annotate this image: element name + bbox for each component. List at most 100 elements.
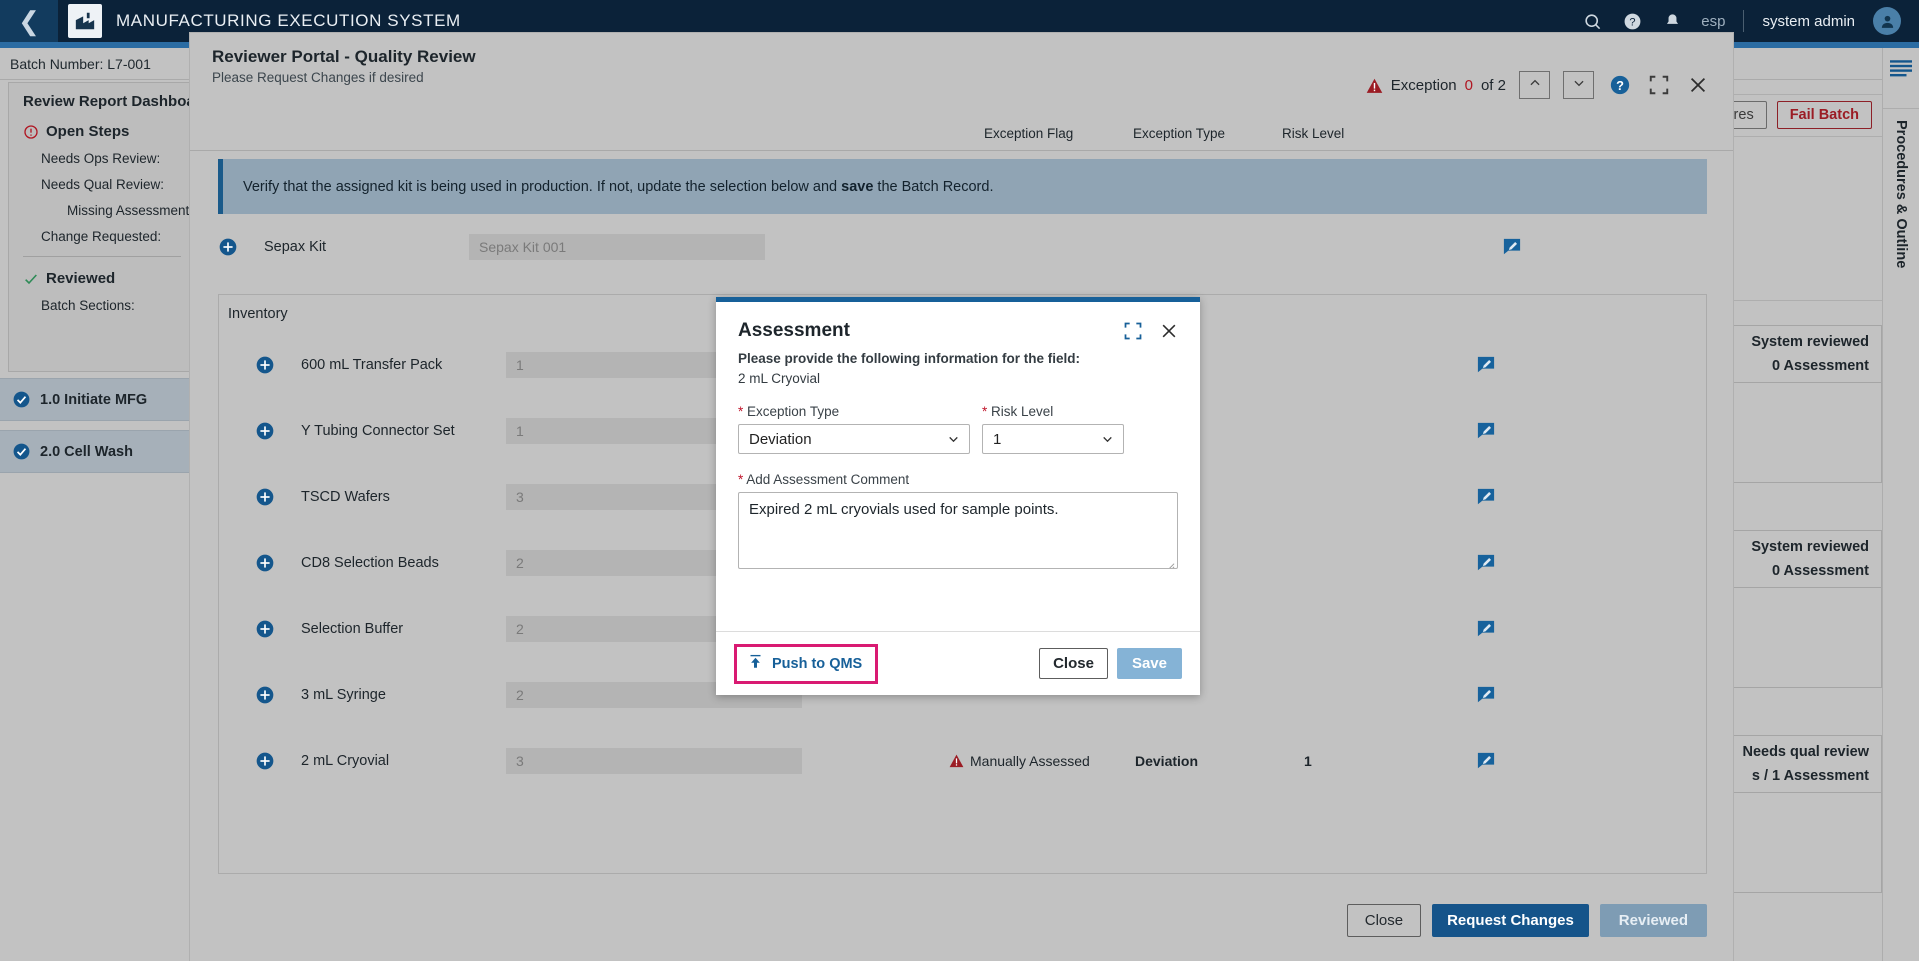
sidebar-item-needs-ops-review[interactable]: Needs Ops Review:	[23, 151, 189, 166]
fullscreen-icon[interactable]	[1122, 320, 1144, 342]
plus-circle-icon[interactable]	[255, 619, 275, 639]
bell-icon[interactable]	[1661, 10, 1683, 32]
comment-edit-icon[interactable]	[1477, 686, 1495, 704]
request-changes-button[interactable]: Request Changes	[1432, 904, 1589, 937]
inventory-item-label: 2 mL Cryovial	[301, 753, 390, 769]
check-icon	[23, 271, 39, 287]
assessment-form: * Exception Type Deviation * Risk Level …	[716, 388, 1200, 570]
help-circle-icon[interactable]: ?	[1621, 10, 1643, 32]
help-circle-filled-icon[interactable]: ?	[1607, 72, 1633, 98]
comment-edit-icon[interactable]	[1477, 620, 1495, 638]
comment-edit-icon[interactable]	[1477, 488, 1495, 506]
sepax-kit-value[interactable]: Sepax Kit 001	[469, 234, 765, 260]
assessment-dialog-field-name: 2 mL Cryovial	[738, 370, 821, 386]
risk-level-select[interactable]: 1	[982, 424, 1124, 455]
required-marker: *	[738, 404, 744, 420]
fail-batch-button[interactable]: Fail Batch	[1776, 101, 1872, 129]
reviewed-button[interactable]: Reviewed	[1599, 904, 1707, 937]
plus-circle-icon[interactable]	[255, 685, 275, 705]
fullscreen-icon[interactable]	[1646, 72, 1672, 98]
menu-icon[interactable]	[1890, 60, 1912, 82]
triangle-warning-icon	[949, 754, 964, 768]
inventory-item-label: 600 mL Transfer Pack	[301, 357, 443, 373]
exception-type-label: * Exception Type	[738, 404, 970, 419]
sepax-kit-label: Sepax Kit	[264, 239, 327, 255]
sidebar-item-batch-sections[interactable]: Batch Sections:	[23, 298, 189, 313]
assessment-comment-value: Expired 2 mL cryovials used for sample p…	[749, 501, 1059, 519]
exception-prev-button[interactable]	[1519, 71, 1550, 99]
search-icon[interactable]	[1581, 10, 1603, 32]
sidebar-step-cell-wash[interactable]: 2.0 Cell Wash	[0, 430, 190, 473]
comment-edit-icon[interactable]	[1477, 752, 1495, 770]
dashboard-title: Review Report Dashboard	[23, 93, 210, 110]
assessment-dialog: Assessment Please provide the following …	[716, 297, 1200, 695]
rail-label: Procedures & Outline	[1893, 120, 1909, 269]
comment-edit-icon[interactable]	[1477, 356, 1495, 374]
risk-level-label-text: Risk Level	[991, 404, 1054, 420]
close-icon[interactable]	[1685, 72, 1711, 98]
locale-label[interactable]: esp	[1701, 13, 1725, 30]
resize-grip-icon[interactable]	[1166, 557, 1175, 569]
check-circle-filled-icon	[12, 442, 31, 461]
plus-circle-icon[interactable]	[255, 355, 275, 375]
dialog-close-button[interactable]: Close	[1039, 648, 1108, 679]
comment-edit-icon[interactable]	[1477, 554, 1495, 572]
chevron-up-icon	[1528, 76, 1542, 95]
exception-counter: Exception 0 of 2	[1366, 77, 1506, 94]
batch-number-label: Batch Number: L7-001	[10, 55, 151, 72]
banner-text-before: Verify that the assigned kit is being us…	[243, 178, 842, 195]
upload-icon	[748, 654, 763, 674]
triangle-warning-icon	[1366, 78, 1383, 93]
sidebar-item-needs-qual-review[interactable]: Needs Qual Review:	[23, 177, 189, 192]
assessment-comment-textarea[interactable]: Expired 2 mL cryovials used for sample p…	[738, 492, 1178, 570]
inventory-item-value[interactable]: 3	[506, 748, 802, 774]
chevron-down-icon	[947, 433, 960, 446]
plus-circle-icon[interactable]	[255, 421, 275, 441]
plus-circle-icon[interactable]	[255, 487, 275, 507]
comment-edit-icon[interactable]	[1477, 422, 1495, 440]
close-icon[interactable]	[1158, 320, 1180, 342]
review-report-dashboard-panel: Review Report Dashboard Open Steps Needs…	[8, 82, 210, 372]
exception-prefix: Exception	[1390, 76, 1457, 94]
modal-footer: Close Request Changes Reviewed	[190, 880, 1733, 961]
sidebar-step-initiate-mfg[interactable]: 1.0 Initiate MFG	[0, 378, 190, 421]
assessment-comment-label: * Add Assessment Comment	[738, 472, 1178, 487]
svg-text:?: ?	[1616, 78, 1624, 93]
step-label: 1.0 Initiate MFG	[40, 391, 148, 408]
rail-divider	[1883, 108, 1919, 109]
push-to-qms-label: Push to QMS	[772, 655, 863, 672]
assessment-dialog-title: Assessment	[738, 320, 850, 341]
required-marker: *	[738, 472, 744, 488]
modal-close-button[interactable]: Close	[1346, 904, 1422, 937]
inventory-item-label: Y Tubing Connector Set	[301, 423, 455, 439]
column-header-risk-level: Risk Level	[1282, 126, 1345, 141]
push-to-qms-button[interactable]: Push to QMS	[734, 643, 879, 684]
back-button[interactable]: ❮	[0, 0, 58, 42]
plus-circle-icon[interactable]	[218, 237, 238, 257]
exception-next-button[interactable]	[1563, 71, 1594, 99]
sidebar-item-missing-assessment[interactable]: Missing Assessment	[23, 203, 189, 218]
reviewed-group[interactable]: Reviewed	[23, 270, 189, 287]
factory-icon	[68, 4, 102, 38]
user-avatar-icon[interactable]	[1873, 7, 1901, 35]
exception-type-value: Deviation	[749, 430, 812, 448]
plus-circle-icon[interactable]	[255, 751, 275, 771]
exception-type-select[interactable]: Deviation	[738, 424, 970, 455]
header-divider	[1743, 10, 1745, 32]
column-header-exception-type: Exception Type	[1133, 126, 1226, 141]
table-row: 2 mL Cryovial 3 Manually Assessed Deviat…	[219, 728, 1706, 794]
svg-text:?: ?	[1629, 16, 1635, 28]
comment-edit-icon[interactable]	[1503, 238, 1521, 256]
risk-level-value: 1	[993, 430, 1002, 448]
risk-level-label: * Risk Level	[982, 404, 1124, 419]
open-steps-label: Open Steps	[46, 123, 130, 140]
banner-text-bold: save	[841, 178, 874, 195]
plus-circle-icon[interactable]	[255, 553, 275, 573]
alert-circle-icon	[23, 124, 39, 140]
modal-title: Reviewer Portal - Quality Review	[212, 47, 476, 66]
open-steps-group[interactable]: Open Steps	[23, 123, 189, 140]
procedures-outline-rail[interactable]: Procedures & Outline	[1882, 48, 1919, 961]
dialog-save-button[interactable]: Save	[1116, 648, 1182, 679]
sidebar-item-change-requested[interactable]: Change Requested:	[23, 229, 189, 244]
assessment-dialog-header: Assessment Please provide the following …	[716, 302, 1200, 388]
